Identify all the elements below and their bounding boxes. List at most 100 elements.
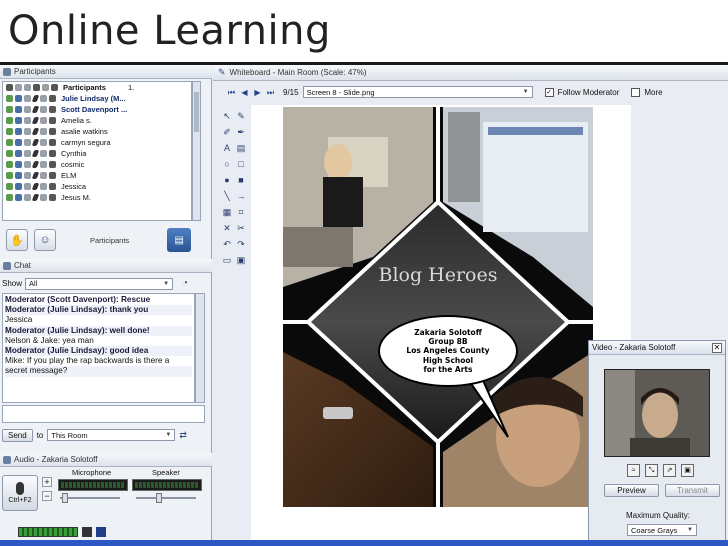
participant-status-icon[interactable] <box>42 84 49 91</box>
speaker-volume-slider[interactable] <box>136 493 196 503</box>
participant-row[interactable]: Julie Lindsay (M... <box>3 93 191 104</box>
transmit-button[interactable]: Transmit <box>665 484 720 497</box>
participant-status-icon[interactable] <box>24 150 31 157</box>
participant-status-icon[interactable] <box>49 95 56 102</box>
follow-moderator-checkbox[interactable]: ✓ <box>544 87 554 97</box>
line-icon[interactable]: ╲ <box>221 190 233 202</box>
slider-knob[interactable] <box>156 493 162 503</box>
circle-icon[interactable]: ○ <box>221 158 233 170</box>
participant-row[interactable]: Participants 1. <box>3 82 191 93</box>
square-icon[interactable]: □ <box>235 158 247 170</box>
last-page-icon[interactable]: ⏭ <box>266 88 275 97</box>
cut-icon[interactable]: ✂ <box>235 222 247 234</box>
participant-row[interactable]: Jesus M. <box>3 192 191 203</box>
participant-status-icon[interactable] <box>31 128 40 135</box>
participant-status-icon[interactable] <box>33 84 40 91</box>
participant-row[interactable]: Amelia s. <box>3 115 191 126</box>
participant-row[interactable]: asalie watkins <box>3 126 191 137</box>
participant-status-icon[interactable] <box>49 128 56 135</box>
participant-status-icon[interactable] <box>24 106 31 113</box>
participant-status-icon[interactable] <box>6 161 13 168</box>
taskbar[interactable] <box>0 540 728 546</box>
participant-status-icon[interactable] <box>31 117 40 124</box>
participant-status-icon[interactable] <box>40 128 47 135</box>
pen-icon[interactable]: ✎ <box>235 110 247 122</box>
participant-status-icon[interactable] <box>40 150 47 157</box>
participant-status-icon[interactable] <box>51 84 58 91</box>
participant-row[interactable]: Jessica <box>3 181 191 192</box>
arrow-icon[interactable]: → <box>235 190 247 202</box>
participant-status-icon[interactable] <box>6 106 13 113</box>
chat-filter-select[interactable]: All ▼ <box>25 277 174 290</box>
chat-input[interactable] <box>2 405 205 423</box>
video-header[interactable]: Video - Zakaria Solotoff ✕ <box>589 341 725 355</box>
participant-status-icon[interactable] <box>24 183 31 190</box>
participant-status-icon[interactable] <box>15 150 22 157</box>
participant-status-icon[interactable] <box>24 117 31 124</box>
participant-status-icon[interactable] <box>15 183 22 190</box>
participant-status-icon[interactable] <box>31 161 40 168</box>
participant-status-icon[interactable] <box>40 117 47 124</box>
participant-status-icon[interactable] <box>6 128 13 135</box>
filled-square-icon[interactable]: ■ <box>235 174 247 186</box>
quality-select[interactable]: Coarse Grays ▼ <box>627 524 697 536</box>
open-folder-icon[interactable]: ▭ <box>221 254 233 266</box>
participant-status-icon[interactable] <box>49 139 56 146</box>
participant-status-icon[interactable] <box>6 150 13 157</box>
participant-status-icon[interactable] <box>6 172 13 179</box>
participant-status-icon[interactable] <box>15 194 22 201</box>
save-icon[interactable]: ▣ <box>235 254 247 266</box>
participant-status-icon[interactable] <box>40 95 47 102</box>
microphone-volume-slider[interactable] <box>60 493 120 503</box>
participant-row[interactable]: ELM <box>3 170 191 181</box>
participant-status-icon[interactable] <box>31 183 40 190</box>
participant-status-icon[interactable] <box>49 183 56 190</box>
participant-status-icon[interactable] <box>15 117 22 124</box>
participants-header[interactable]: Participants <box>0 65 212 79</box>
participant-status-icon[interactable] <box>49 161 56 168</box>
textbox-icon[interactable]: ▤ <box>235 142 247 154</box>
filled-circle-icon[interactable]: ● <box>221 174 233 186</box>
chat-options-icon[interactable]: ⇄ <box>179 430 187 441</box>
text-icon[interactable]: A <box>221 142 233 154</box>
audio-header[interactable]: Audio - Zakaria Solotoff <box>0 453 212 467</box>
participant-status-icon[interactable] <box>49 150 56 157</box>
add-speaker-button[interactable]: + <box>42 477 52 487</box>
slider-knob[interactable] <box>62 493 68 503</box>
send-button[interactable]: Send <box>2 428 33 442</box>
video-settings-icon[interactable]: ≈ <box>627 464 640 477</box>
participant-status-icon[interactable] <box>15 172 22 179</box>
previous-page-icon[interactable]: ◀ <box>240 88 249 97</box>
participant-status-icon[interactable] <box>6 183 13 190</box>
participant-status-icon[interactable] <box>15 128 22 135</box>
participant-status-icon[interactable] <box>6 84 13 91</box>
clip-icon[interactable]: ⌗ <box>235 206 247 218</box>
more-checkbox[interactable] <box>631 87 641 97</box>
participant-status-icon[interactable] <box>40 161 47 168</box>
chat-header[interactable]: Chat <box>0 259 212 273</box>
participant-status-icon[interactable] <box>31 194 40 201</box>
delete-icon[interactable]: ✕ <box>221 222 233 234</box>
participant-status-icon[interactable] <box>15 139 22 146</box>
participant-status-icon[interactable] <box>24 194 31 201</box>
participant-status-icon[interactable] <box>24 161 31 168</box>
participant-status-icon[interactable] <box>6 194 13 201</box>
participant-status-icon[interactable] <box>40 183 47 190</box>
preview-button[interactable]: Preview <box>604 484 659 497</box>
talk-button[interactable]: Ctrl+F2 <box>2 475 38 511</box>
participant-status-icon[interactable] <box>31 139 40 146</box>
participant-row[interactable]: Scott Davenport ... <box>3 104 191 115</box>
participant-status-icon[interactable] <box>15 161 22 168</box>
video-snapshot-icon[interactable]: ▣ <box>681 464 694 477</box>
record-icon[interactable] <box>82 527 92 537</box>
clock-icon[interactable]: ◔ <box>182 278 188 289</box>
participant-status-icon[interactable] <box>49 194 56 201</box>
undo-icon[interactable]: ↶ <box>221 238 233 250</box>
marker-icon[interactable]: ✒ <box>235 126 247 138</box>
participant-status-icon[interactable] <box>15 84 22 91</box>
participant-status-icon[interactable] <box>40 106 47 113</box>
participants-scrollbar[interactable] <box>192 81 201 221</box>
participant-status-icon[interactable] <box>49 172 56 179</box>
close-icon[interactable]: ✕ <box>712 342 722 353</box>
next-page-icon[interactable]: ▶ <box>253 88 262 97</box>
